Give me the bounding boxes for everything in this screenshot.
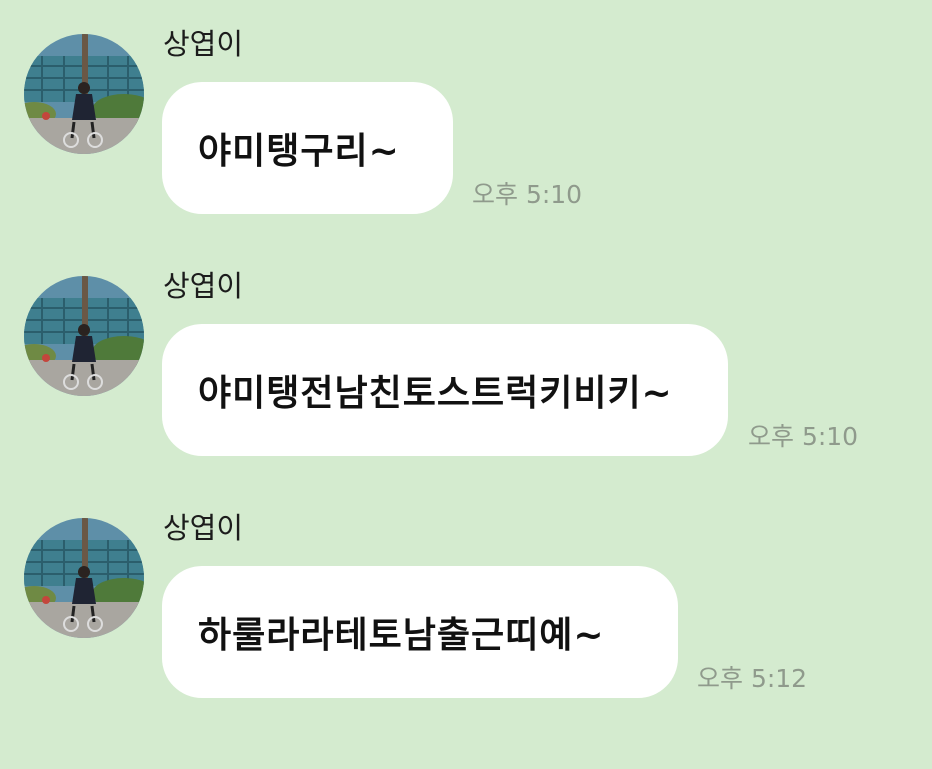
sender-avatar[interactable]: [24, 276, 144, 396]
avatar-photo-icon: [24, 518, 144, 638]
message-row: 상엽이 하룰라라테토남출근띠예~ 오후 5:12: [0, 484, 932, 698]
sender-name: 상엽이: [163, 511, 244, 545]
message-timestamp: 오후 5:12: [697, 664, 808, 693]
avatar-photo-icon: [24, 276, 144, 396]
sender-avatar[interactable]: [24, 518, 144, 638]
chat-message-list: 상엽이 야미탱구리~ 오후 5:10 상엽이 야미탱전남친토스트럭키비키~ 오후…: [0, 0, 932, 769]
message-timestamp: 오후 5:10: [472, 180, 583, 209]
message-bubble[interactable]: 야미탱전남친토스트럭키비키~: [162, 324, 728, 456]
message-row: 상엽이 야미탱전남친토스트럭키비키~ 오후 5:10: [0, 242, 932, 456]
message-timestamp: 오후 5:10: [748, 422, 859, 451]
sender-name: 상엽이: [163, 27, 244, 61]
sender-name: 상엽이: [163, 269, 244, 303]
sender-avatar[interactable]: [24, 34, 144, 154]
message-bubble[interactable]: 하룰라라테토남출근띠예~: [162, 566, 678, 698]
message-bubble[interactable]: 야미탱구리~: [162, 82, 453, 214]
message-row: 상엽이 야미탱구리~ 오후 5:10: [0, 0, 932, 214]
avatar-photo-icon: [24, 34, 144, 154]
